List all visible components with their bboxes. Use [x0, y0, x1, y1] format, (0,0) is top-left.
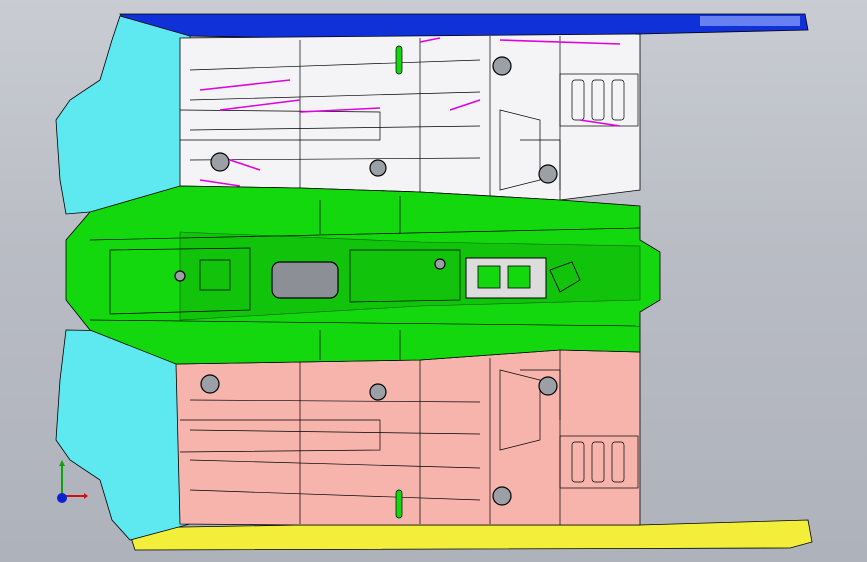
- bracket-slot-right: [507, 265, 531, 289]
- z-axis-icon: [57, 493, 67, 503]
- floor-assembly-model[interactable]: [0, 0, 867, 562]
- cad-graphics-viewport[interactable]: [0, 0, 867, 562]
- bracket-slot-left: [477, 265, 501, 289]
- front-crossmember-upper[interactable]: [55, 15, 191, 215]
- coordinate-triad-icon: [57, 460, 88, 503]
- right-floor-panel[interactable]: [175, 349, 641, 526]
- left-rocker-highlight: [700, 16, 800, 26]
- left-floor-panel[interactable]: [179, 33, 641, 201]
- tunnel-access-opening[interactable]: [271, 261, 339, 299]
